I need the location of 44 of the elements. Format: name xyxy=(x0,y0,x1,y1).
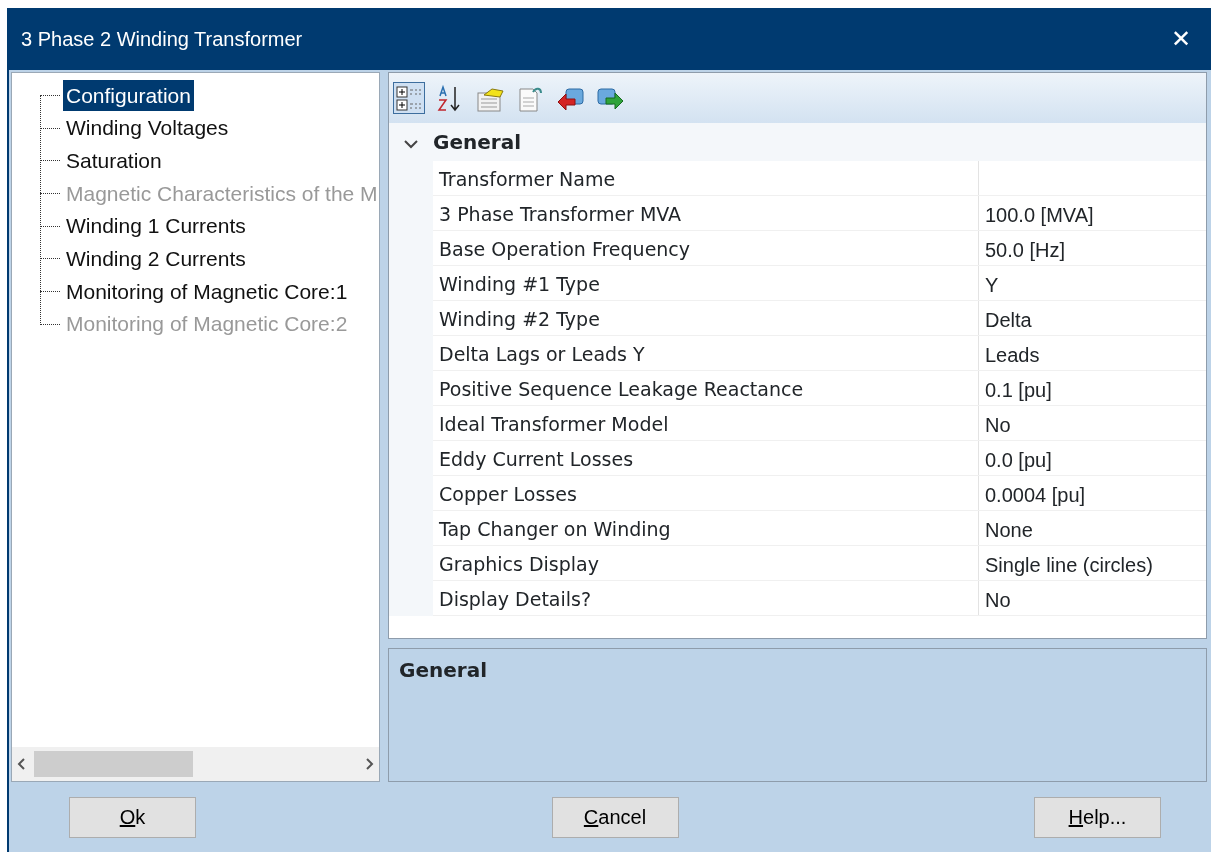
property-name: Graphics Display xyxy=(433,546,979,580)
property-name: Transformer Name xyxy=(433,161,979,195)
property-value[interactable]: 0.1 [pu] xyxy=(985,379,1052,401)
property-value[interactable]: Delta xyxy=(985,309,1032,331)
categorized-view-icon xyxy=(394,83,424,113)
description-title: General xyxy=(399,657,488,684)
scrollbar-thumb[interactable] xyxy=(34,751,193,777)
tree-item[interactable]: Saturation xyxy=(63,144,165,177)
horizontal-scrollbar[interactable] xyxy=(12,747,379,781)
scroll-right-icon[interactable] xyxy=(363,757,375,771)
tree-item[interactable]: Configuration xyxy=(63,79,194,112)
property-name: Base Operation Frequency xyxy=(433,231,979,265)
property-name: Copper Losses xyxy=(433,476,979,510)
property-value[interactable]: No xyxy=(985,414,1011,436)
property-name: Tap Changer on Winding xyxy=(433,511,979,545)
property-name: 3 Phase Transformer MVA xyxy=(433,196,979,230)
property-value[interactable]: None xyxy=(985,519,1033,541)
category-label: General xyxy=(433,129,521,156)
close-button[interactable]: ✕ xyxy=(1164,21,1197,57)
tree-item[interactable]: Monitoring of Magnetic Core:1 xyxy=(63,275,351,308)
property-value[interactable]: Y xyxy=(985,274,999,296)
cancel-button[interactable]: Cancel xyxy=(551,796,679,838)
tree-item[interactable]: Winding Voltages xyxy=(63,112,232,144)
property-name: Positive Sequence Leakage Reactance xyxy=(433,371,979,405)
scroll-left-icon[interactable] xyxy=(16,757,28,771)
property-value[interactable]: 50.0 [Hz] xyxy=(985,239,1066,261)
tree-item[interactable]: Winding 1 Currents xyxy=(63,210,249,242)
property-name: Delta Lags or Leads Y xyxy=(433,336,979,370)
property-value[interactable]: 0.0 [pu] xyxy=(985,449,1052,471)
tree-item[interactable]: Winding 2 Currents xyxy=(63,243,249,275)
property-value[interactable]: Single line (circles) xyxy=(985,554,1153,576)
property-name: Display Details? xyxy=(433,581,979,615)
property-value[interactable]: Leads xyxy=(985,344,1040,366)
property-name: Ideal Transformer Model xyxy=(433,406,979,440)
property-name: Eddy Current Losses xyxy=(433,441,979,475)
property-value[interactable]: No xyxy=(985,589,1011,611)
toolbar-button[interactable] xyxy=(393,82,425,114)
property-value[interactable]: 100.0 [MVA] xyxy=(985,204,1094,226)
property-name: Winding #2 Type xyxy=(433,301,979,335)
window-title: 3 Phase 2 Winding Transformer xyxy=(21,27,303,52)
help-button[interactable]: Help... xyxy=(1034,796,1161,838)
property-name: Winding #1 Type xyxy=(433,266,979,300)
property-value[interactable]: 0.0004 [pu] xyxy=(985,484,1086,506)
ok-button[interactable]: Ok xyxy=(69,796,196,838)
